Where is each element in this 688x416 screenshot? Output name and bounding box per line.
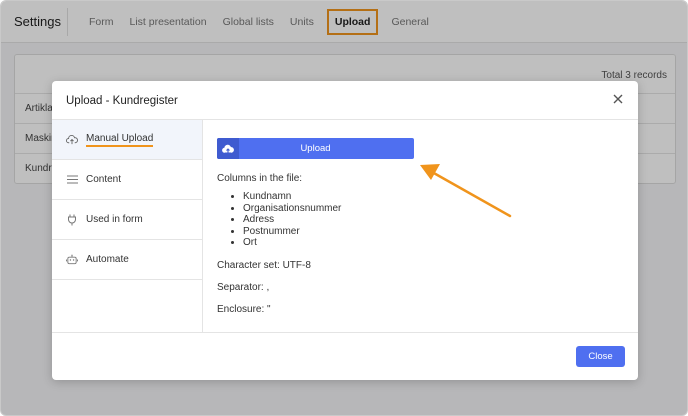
dialog-body: Manual Upload Content Used in form Autom… [52,119,638,333]
nav-label-used-in-form: Used in form [86,214,143,225]
list-item: Adress [243,214,341,226]
upload-button-label: Upload [300,143,331,154]
list-item: Organisationsnummer [243,203,341,215]
list-icon [66,174,78,186]
nav-item-used-in-form[interactable]: Used in form [52,200,202,240]
close-button[interactable]: Close [576,346,625,367]
dialog-side-nav: Manual Upload Content Used in form Autom… [52,120,203,332]
manual-upload-content: Upload Columns in the file: Kundnamn Org… [217,120,627,332]
list-item: Postnummer [243,226,341,238]
nav-label-automate: Automate [86,254,129,265]
plug-icon [66,214,78,226]
enclosure-info: Enclosure: " [217,304,271,315]
list-item: Kundnamn [243,191,341,203]
upload-dialog: Upload - Kundregister Manual Upload Cont… [52,81,638,380]
nav-item-automate[interactable]: Automate [52,240,202,280]
nav-item-content[interactable]: Content [52,160,202,200]
settings-page: Settings Form List presentation Global l… [0,0,688,416]
dialog-title: Upload - Kundregister [66,95,178,107]
cloud-upload-icon [66,134,78,146]
upload-button[interactable]: Upload [217,138,414,159]
list-item: Ort [243,237,341,249]
robot-icon [66,254,78,266]
columns-title: Columns in the file: [217,173,303,184]
nav-label-manual-upload: Manual Upload [86,133,154,147]
nav-label-content: Content [86,174,122,185]
separator-info: Separator: , [217,282,270,293]
nav-item-manual-upload[interactable]: Manual Upload [52,120,202,160]
charset-info: Character set: UTF-8 [217,260,311,271]
close-icon[interactable] [610,91,626,107]
dialog-header: Upload - Kundregister [52,81,638,119]
columns-list: Kundnamn Organisationsnummer Adress Post… [243,191,341,249]
cloud-upload-icon [217,138,239,159]
